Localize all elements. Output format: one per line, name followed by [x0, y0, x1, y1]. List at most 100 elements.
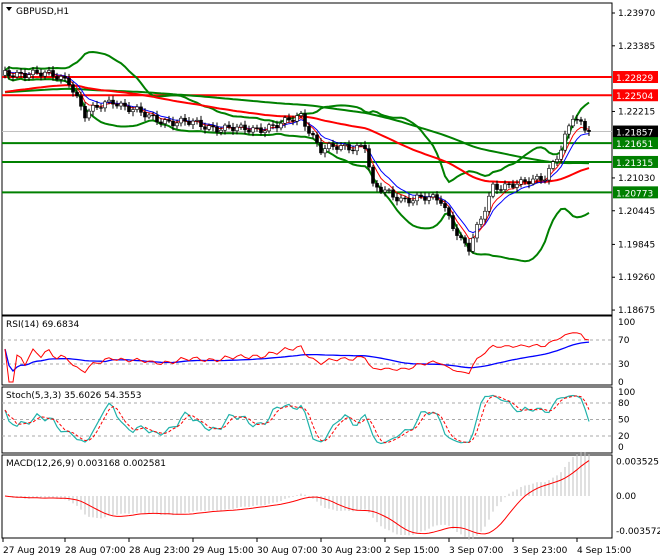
- candle-body: [27, 74, 31, 79]
- candle-body: [403, 197, 407, 200]
- candle-body: [127, 106, 131, 113]
- rsi-title: RSI(14) 69.6834: [6, 320, 79, 330]
- candle-body: [559, 149, 563, 160]
- candle-body: [551, 161, 555, 169]
- candle-body: [203, 126, 207, 130]
- candle-body: [451, 215, 455, 229]
- candle-body: [359, 144, 363, 147]
- candle-body: [243, 124, 247, 131]
- candle-body: [171, 120, 175, 127]
- candle-body: [95, 105, 99, 108]
- candle-body: [131, 109, 135, 113]
- candle-body: [287, 117, 291, 121]
- candle-body: [583, 121, 587, 131]
- candle-body: [143, 112, 147, 118]
- candle-body: [467, 242, 471, 252]
- candle-body: [435, 194, 439, 201]
- candle-body: [99, 107, 103, 109]
- y-tick-label: 1.18675: [618, 306, 655, 316]
- candle-body: [111, 99, 115, 105]
- rsi-tick-label: 30: [618, 360, 630, 370]
- price-label: 1.21315: [616, 159, 653, 169]
- y-tick-label: 1.23385: [618, 42, 655, 52]
- candle-body: [79, 95, 83, 107]
- candle-body: [67, 77, 71, 86]
- x-tick-label: 28 Aug 07:00: [65, 546, 126, 556]
- candle-body: [119, 102, 123, 107]
- candle-body: [507, 183, 511, 186]
- price-label: 1.21857: [616, 129, 653, 139]
- candle-body: [547, 168, 551, 181]
- candle-body: [295, 115, 299, 122]
- candle-body: [255, 127, 259, 129]
- candle-body: [115, 103, 119, 107]
- symbol-title: GBPUSD,H1: [16, 7, 69, 17]
- candle-body: [515, 183, 519, 188]
- x-tick-label: 27 Aug 2019: [3, 546, 61, 556]
- candle-body: [275, 124, 279, 129]
- rsi-panel[interactable]: RSI(14) 69.6834: [1, 315, 613, 386]
- candle-body: [271, 124, 275, 126]
- candle-body: [571, 118, 575, 127]
- candle-body: [427, 196, 431, 201]
- price-label: 1.22829: [616, 74, 653, 84]
- candle-body: [163, 119, 167, 124]
- candle-body: [195, 119, 199, 122]
- rsi-panel-frame: [1, 315, 613, 386]
- candle-body: [543, 179, 547, 182]
- candle-body: [371, 166, 375, 184]
- candle-body: [387, 189, 391, 191]
- candle-body: [447, 207, 451, 216]
- stoch-title: Stoch(5,3,3) 35.6026 54.3553: [6, 391, 141, 401]
- candle-body: [211, 125, 215, 128]
- candle-body: [55, 76, 59, 80]
- x-tick-label: 3 Sep 07:00: [449, 546, 504, 556]
- candle-body: [231, 127, 235, 132]
- candle-body: [263, 130, 267, 133]
- candle-body: [227, 124, 231, 128]
- macd-tick-label: -0.003572: [616, 527, 660, 537]
- candle-body: [567, 125, 571, 135]
- candle-body: [535, 176, 539, 180]
- rsi-tick-label: 100: [618, 318, 635, 328]
- x-tick-label: 29 Aug 15:00: [193, 546, 254, 556]
- candle-body: [363, 144, 367, 149]
- candle-body: [463, 237, 467, 244]
- candle-body: [375, 182, 379, 188]
- x-tick-label: 4 Sep 15:00: [577, 546, 632, 556]
- candle-body: [151, 114, 155, 117]
- candle-body: [15, 72, 19, 78]
- y-tick-label: 1.21030: [618, 174, 655, 184]
- candle-body: [439, 199, 443, 204]
- candle-body: [471, 237, 475, 252]
- candle-body: [251, 127, 255, 133]
- price-label: 1.22504: [616, 92, 653, 102]
- trading-chart[interactable]: GBPUSD,H1 RSI(14) 69.6834 Stoch(5,3,3) 3…: [0, 0, 660, 560]
- candle-body: [391, 189, 395, 198]
- candle-body: [479, 218, 483, 225]
- candle-body: [215, 126, 219, 133]
- candle-body: [267, 124, 271, 132]
- candle-body: [503, 183, 507, 190]
- candle-body: [563, 133, 567, 151]
- candle-body: [83, 105, 87, 119]
- stoch-tick-label: 100: [618, 388, 635, 398]
- candle-body: [379, 186, 383, 193]
- candle-body: [107, 99, 111, 103]
- candle-body: [511, 183, 515, 188]
- price-panel[interactable]: GBPUSD,H1: [1, 2, 613, 316]
- candle-body: [259, 127, 263, 133]
- candle-body: [315, 134, 319, 143]
- x-tick-label: 30 Aug 23:00: [321, 546, 382, 556]
- rsi-tick-label: 70: [618, 336, 630, 346]
- candle-body: [299, 113, 303, 116]
- macd-tick-label: 0.00: [616, 492, 636, 502]
- macd-panel[interactable]: MACD(12,26,9) 0.003168 0.002581: [1, 451, 613, 540]
- candle-body: [179, 117, 183, 124]
- candle-body: [487, 195, 491, 212]
- candle-body: [495, 183, 499, 190]
- candle-body: [519, 179, 523, 185]
- stoch-panel[interactable]: Stoch(5,3,3) 35.6026 54.3553: [1, 386, 613, 454]
- candle-body: [63, 76, 67, 79]
- stoch-tick-label: 20: [618, 432, 630, 442]
